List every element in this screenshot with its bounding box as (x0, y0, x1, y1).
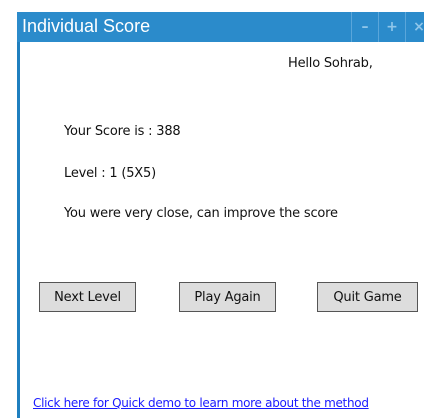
titlebar-divider (405, 12, 406, 42)
play-again-button[interactable]: Play Again (179, 282, 276, 312)
close-icon[interactable]: × (407, 12, 424, 42)
titlebar-divider (378, 12, 379, 42)
level-text: Level : 1 (5X5) (64, 166, 156, 181)
score-window: Individual Score – + × Hello Sohrab, You… (17, 12, 424, 418)
maximize-icon[interactable]: + (380, 12, 404, 42)
feedback-message: You were very close, can improve the sco… (64, 206, 338, 221)
minimize-icon[interactable]: – (353, 12, 377, 42)
title-bar[interactable]: Individual Score – + × (17, 12, 424, 42)
window-title: Individual Score (22, 16, 151, 36)
quick-demo-link[interactable]: Click here for Quick demo to learn more … (33, 396, 369, 410)
greeting-text: Hello Sohrab, (288, 56, 373, 71)
score-text: Your Score is : 388 (64, 124, 181, 139)
quit-game-button[interactable]: Quit Game (317, 282, 418, 312)
next-level-button[interactable]: Next Level (39, 282, 136, 312)
titlebar-divider (351, 12, 352, 42)
